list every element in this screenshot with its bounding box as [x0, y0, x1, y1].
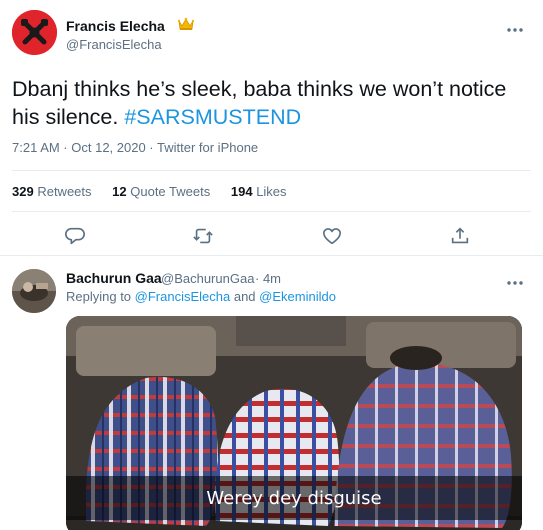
tweet-stats: 329 Retweets 12 Quote Tweets 194 Likes — [12, 184, 304, 199]
replying-to: Replying to @FrancisElecha and @Ekeminil… — [66, 289, 336, 304]
avatar-logo-icon — [12, 10, 57, 55]
reply-icon[interactable] — [64, 225, 86, 247]
reply-tweet[interactable]: Bachurun Gaa @BachurunGaa · 4m Replying … — [0, 257, 543, 530]
tweet-meta[interactable]: 7:21 AM · Oct 12, 2020 · Twitter for iPh… — [12, 140, 258, 155]
retweets-count: 329 — [12, 184, 34, 199]
reply-time[interactable]: · 4m — [255, 271, 281, 286]
retweets-stat[interactable]: 329 Retweets — [12, 184, 92, 199]
mention-link[interactable]: @FrancisElecha — [135, 289, 231, 304]
tweet-text: Dbanj thinks he’s sleek, baba thinks we … — [12, 75, 532, 131]
retweet-icon[interactable] — [192, 225, 214, 247]
likes-stat[interactable]: 194 Likes — [231, 184, 287, 199]
more-options-icon[interactable] — [506, 20, 524, 32]
crown-icon — [177, 17, 195, 36]
quotes-count: 12 — [112, 184, 127, 199]
author-avatar[interactable] — [12, 10, 57, 55]
quotes-label: Quote Tweets — [130, 184, 211, 199]
divider — [12, 170, 531, 171]
media-caption: Werey dey disguise — [206, 488, 382, 509]
avatar-photo-icon — [12, 269, 56, 313]
likes-count: 194 — [230, 184, 253, 199]
reply-more-options-icon[interactable] — [506, 273, 524, 285]
share-icon[interactable] — [449, 225, 471, 247]
reply-media-image[interactable]: Werey dey disguise — [66, 316, 522, 530]
reply-author-handle[interactable]: @BachurunGaa — [161, 271, 254, 286]
divider — [12, 211, 531, 212]
like-icon[interactable] — [321, 225, 343, 247]
retweets-label: Retweets — [37, 184, 92, 199]
hashtag-link[interactable]: #SARSMUSTEND — [124, 105, 301, 129]
replying-and: and — [230, 289, 260, 304]
mention-link[interactable]: @Ekeminildo — [259, 289, 336, 304]
replying-prefix: Replying to — [66, 289, 135, 304]
reply-author-avatar[interactable] — [12, 269, 56, 313]
author-name[interactable]: Francis Elecha — [66, 18, 165, 34]
reply-author-name[interactable]: Bachurun Gaa — [66, 270, 162, 286]
tweet-thread: Francis Elecha @FrancisElecha Dbanj thin… — [0, 0, 543, 530]
main-tweet: Francis Elecha @FrancisElecha Dbanj thin… — [0, 0, 543, 256]
likes-label: Likes — [256, 184, 287, 199]
author-handle[interactable]: @FrancisElecha — [66, 37, 162, 52]
quote-tweets-stat[interactable]: 12 Quote Tweets — [112, 184, 210, 199]
